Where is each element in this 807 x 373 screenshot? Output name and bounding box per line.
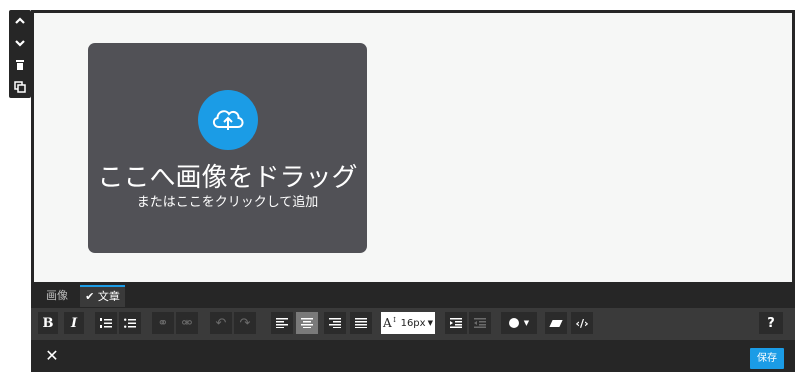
align-center-button[interactable]	[296, 312, 318, 334]
move-down-button[interactable]	[9, 32, 31, 54]
clear-format-button[interactable]	[545, 312, 567, 334]
dropzone-subtitle: またはここをクリックして追加	[136, 195, 319, 210]
help-button[interactable]: ?	[759, 312, 783, 334]
editor-tabs: 画像 ✔ 文章	[31, 285, 795, 307]
tab-text-label: 文章	[97, 290, 120, 303]
tab-image[interactable]: 画像	[46, 285, 68, 307]
bold-button[interactable]: B	[38, 312, 58, 334]
align-right-icon	[329, 318, 341, 328]
check-icon: ✔	[85, 290, 95, 303]
cloud-upload-icon	[198, 90, 258, 150]
code-icon: ‹/›	[575, 316, 589, 330]
align-right-button[interactable]	[324, 312, 346, 334]
text-color-dropdown[interactable]: ▼	[501, 312, 537, 334]
move-up-button[interactable]	[9, 10, 31, 32]
block-editor: ここへ画像をドラッグ またはここをクリックして追加 画像 ✔ 文章 B I ⚭ …	[31, 10, 795, 372]
font-size-value: 16px	[400, 317, 426, 329]
undo-button[interactable]: ↶	[210, 312, 232, 334]
duplicate-block-button[interactable]	[9, 76, 31, 98]
bullet-list-icon	[124, 318, 136, 328]
editor-canvas: ここへ画像をドラッグ またはここをクリックして追加	[34, 13, 792, 282]
caret-down-icon: ▼	[427, 319, 433, 327]
block-side-tools	[9, 10, 31, 98]
source-code-button[interactable]: ‹/›	[571, 312, 593, 334]
color-drop-icon	[508, 318, 519, 328]
duplicate-icon	[14, 81, 26, 93]
caret-down-icon: ▼	[523, 319, 530, 327]
bullet-list-button[interactable]	[119, 312, 141, 334]
delete-block-button[interactable]	[9, 54, 31, 76]
align-center-icon	[301, 318, 313, 328]
chevron-down-icon	[15, 40, 25, 47]
save-button[interactable]: 保存	[750, 348, 784, 369]
trash-icon	[16, 60, 24, 70]
indent-icon	[450, 318, 462, 328]
format-toolbar: B I ⚭ ⚮ ↶ ↷ A↕ 16px ▼ ▼ ‹/› ?	[31, 308, 795, 340]
font-size-dropdown[interactable]: A↕ 16px ▼	[381, 312, 435, 334]
dropzone-title: ここへ画像をドラッグ	[97, 163, 358, 193]
eraser-icon	[549, 319, 563, 327]
editor-footer: ✕ 保存	[31, 341, 795, 372]
close-button[interactable]: ✕	[43, 347, 61, 365]
tab-text[interactable]: ✔ 文章	[80, 285, 125, 307]
unlink-icon: ⚮	[181, 315, 193, 331]
align-left-button[interactable]	[271, 312, 293, 334]
image-dropzone[interactable]: ここへ画像をドラッグ またはここをクリックして追加	[88, 43, 367, 253]
undo-icon: ↶	[215, 315, 227, 331]
font-size-icon: A↕	[383, 316, 398, 330]
indent-button[interactable]	[445, 312, 467, 334]
redo-button[interactable]: ↷	[234, 312, 256, 334]
outdent-button[interactable]	[469, 312, 491, 334]
ordered-list-button[interactable]	[95, 312, 117, 334]
align-justify-icon	[355, 318, 367, 328]
unlink-button[interactable]: ⚮	[176, 312, 198, 334]
ordered-list-icon	[100, 317, 112, 328]
chevron-up-icon	[15, 17, 25, 24]
align-left-icon	[276, 318, 288, 328]
link-icon: ⚭	[157, 315, 169, 331]
align-justify-button[interactable]	[350, 312, 372, 334]
redo-icon: ↷	[239, 315, 251, 331]
link-button[interactable]: ⚭	[152, 312, 174, 334]
italic-button[interactable]: I	[64, 312, 84, 334]
outdent-icon	[474, 318, 486, 328]
